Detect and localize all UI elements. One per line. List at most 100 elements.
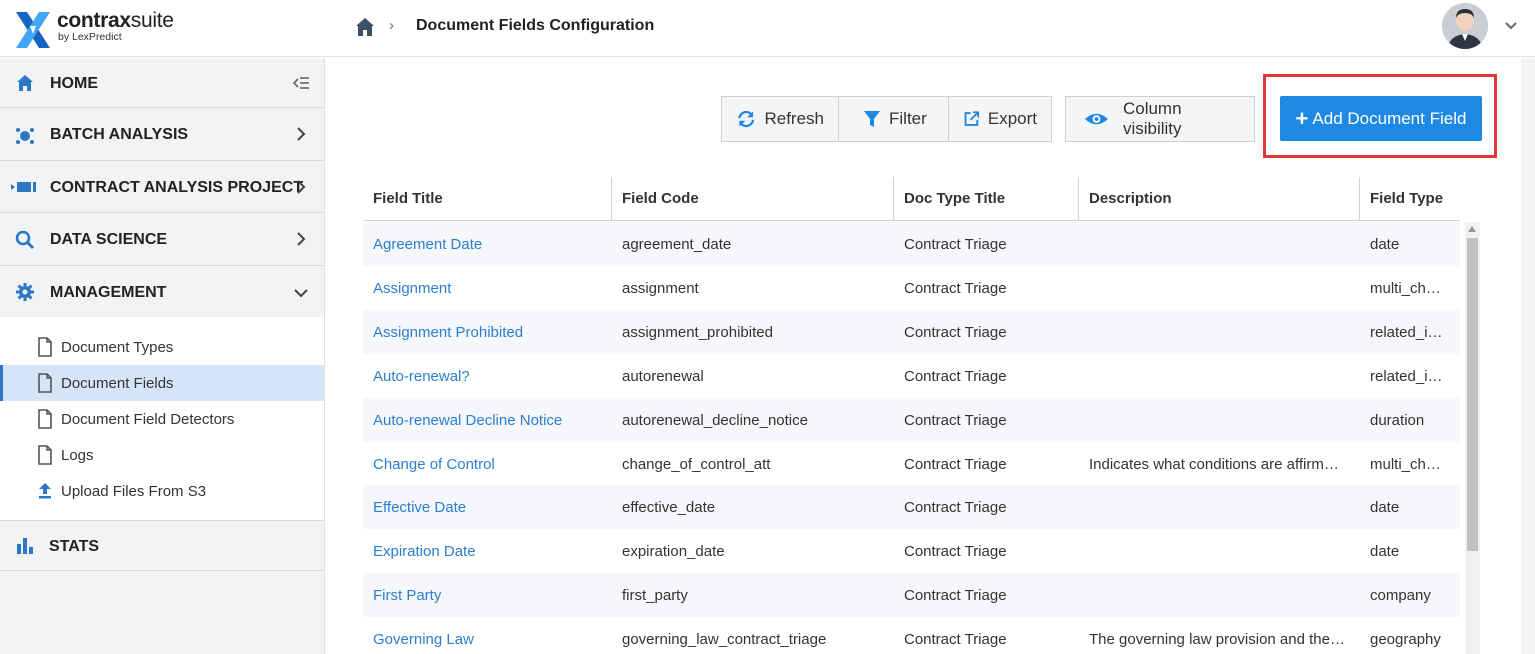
sidebar-item-batch-analysis[interactable]: Batch Analysis	[0, 108, 324, 161]
table-row[interactable]: Governing Law governing_law_contract_tria…	[363, 617, 1460, 654]
cell-field-type: related_i…	[1370, 367, 1443, 385]
cell-description: Indicates what conditions are affirm…	[1089, 455, 1339, 473]
filter-button[interactable]: Filter	[839, 97, 949, 141]
table-row[interactable]: Assignment assignment Contract Triage multi…	[363, 266, 1460, 310]
column-header-field-title[interactable]: Field Title	[363, 177, 611, 221]
app-logo[interactable]: contraxsuite by LexPredict	[16, 9, 196, 49]
cell-description	[1089, 398, 1351, 442]
search-icon	[15, 230, 35, 250]
sidebar-item-upload-files-from-s3[interactable]: Upload Files From S3	[0, 473, 324, 509]
cell-field-code: assignment_prohibited	[622, 323, 773, 341]
column-visibility-button[interactable]: Column visibility	[1066, 97, 1254, 141]
column-header-field-code[interactable]: Field Code	[612, 177, 893, 221]
cell-description: The governing law provision and the…	[1089, 631, 1345, 649]
sidebar-item-label: Upload Files From S3	[61, 483, 207, 500]
cell-field-title[interactable]: Effective Date	[373, 485, 605, 529]
sidebar-item-management[interactable]: Management	[0, 266, 324, 317]
sidebar-item-document-field-detectors[interactable]: Document Field Detectors	[0, 401, 324, 437]
chevron-down-icon[interactable]	[1503, 17, 1519, 33]
column-header-description[interactable]: Description	[1079, 177, 1359, 221]
external-link-icon	[964, 111, 980, 126]
logo-name: contraxsuite	[57, 9, 174, 33]
sidebar-item-label: Contract Analysis Project	[50, 179, 304, 196]
sidebar-item-logs[interactable]: Logs	[0, 437, 324, 473]
collapse-sidebar-icon[interactable]	[292, 74, 310, 92]
cell-field-title[interactable]: Auto-renewal?	[373, 354, 605, 398]
cell-field-title[interactable]: Change of Control	[373, 442, 605, 486]
cell-field-type: date	[1370, 543, 1400, 561]
document-fields-table: Field Title Field Code Doc Type Title De…	[363, 177, 1460, 654]
cell-doc-type-title: Contract Triage	[904, 499, 1007, 517]
sidebar-item-home[interactable]: Home	[0, 58, 324, 108]
sidebar-item-label: Stats	[49, 538, 100, 555]
cell-field-type: date	[1370, 236, 1400, 253]
table-row[interactable]: First Party first_party Contract Triage com…	[363, 573, 1460, 618]
sidebar-item-label: Document Field Detectors	[61, 411, 235, 428]
cell-field-code: autorenewal_decline_notice	[622, 411, 808, 429]
sidebar-item-document-fields[interactable]: Document Fields	[0, 365, 324, 401]
cell-field-title[interactable]: Auto-renewal Decline Notice	[373, 398, 605, 442]
cell-field-title[interactable]: Agreement Date	[373, 222, 605, 266]
cell-field-title[interactable]: Assignment Prohibited	[373, 310, 605, 354]
table-row[interactable]: Auto-renewal? autorenewal Contract Triage r…	[363, 354, 1460, 398]
breadcrumb-separator: ›	[389, 17, 394, 34]
home-icon	[17, 75, 33, 91]
cell-description	[1089, 573, 1351, 617]
logo-sub: by LexPredict	[58, 31, 122, 43]
scroll-up-arrow-icon[interactable]	[1468, 226, 1476, 232]
cell-field-code: effective_date	[622, 499, 716, 517]
cell-field-title[interactable]: Expiration Date	[373, 529, 605, 573]
home-icon[interactable]	[354, 16, 376, 38]
sidebar-item-stats[interactable]: Stats	[0, 521, 324, 571]
table-row[interactable]: Effective Date effective_date Contract Tri…	[363, 485, 1460, 530]
cell-field-type: multi_ch…	[1370, 455, 1441, 473]
sidebar-item-label: Management	[50, 284, 167, 301]
chevron-right-icon	[297, 127, 306, 141]
export-button[interactable]: Export	[949, 97, 1051, 141]
column-visibility-group: Column visibility	[1065, 96, 1255, 142]
cell-field-title[interactable]: First Party	[373, 573, 605, 617]
cell-field-type: geography	[1370, 631, 1441, 649]
upload-icon	[39, 483, 51, 499]
table-row[interactable]: Agreement Date agreement_date Contract Tri…	[363, 222, 1460, 266]
table-row[interactable]: Expiration Date expiration_date Contract T…	[363, 529, 1460, 573]
table-row[interactable]: Change of Control change_of_control_att Co…	[363, 442, 1460, 486]
table-header: Field Title Field Code Doc Type Title De…	[363, 177, 1460, 221]
cell-field-type: company	[1370, 587, 1431, 605]
cell-doc-type-title: Contract Triage	[904, 236, 1007, 253]
logo-name-light: suite	[130, 9, 174, 32]
table-row[interactable]: Auto-renewal Decline Notice autorenewal_d…	[363, 397, 1460, 442]
cell-description	[1089, 529, 1351, 573]
filter-label: Filter	[889, 109, 927, 128]
scrollbar-thumb[interactable]	[1467, 238, 1478, 551]
column-header-field-type[interactable]: Field Type	[1360, 177, 1460, 221]
refresh-button[interactable]: Refresh	[722, 97, 839, 141]
refresh-icon	[738, 110, 755, 128]
sidebar-item-label: Batch Analysis	[50, 126, 189, 143]
cell-field-title[interactable]: Governing Law	[373, 617, 605, 654]
cell-field-code: expiration_date	[622, 543, 725, 561]
cell-doc-type-title: Contract Triage	[904, 587, 1007, 605]
column-header-doc-type-title[interactable]: Doc Type Title	[894, 177, 1078, 221]
cell-field-code: first_party	[622, 587, 688, 605]
cell-doc-type-title: Contract Triage	[904, 411, 1007, 429]
page-scrollbar[interactable]	[1521, 58, 1535, 654]
sidebar-item-label: Data Science	[50, 231, 168, 248]
logo-mark-icon	[16, 12, 50, 48]
sidebar-item-document-types[interactable]: Document Types	[0, 329, 324, 365]
avatar[interactable]	[1442, 3, 1488, 49]
sidebar-item-contract-analysis-project[interactable]: Contract Analysis Project	[0, 161, 324, 213]
cell-description	[1089, 485, 1351, 529]
cell-description	[1089, 222, 1351, 266]
file-icon	[38, 373, 52, 393]
cell-field-title[interactable]: Assignment	[373, 266, 605, 310]
sidebar-item-data-science[interactable]: Data Science	[0, 213, 324, 266]
column-visibility-label: Column visibility	[1122, 99, 1182, 138]
cell-doc-type-title: Contract Triage	[904, 543, 1007, 561]
add-document-field-button[interactable]: + Add Document Field	[1280, 96, 1482, 141]
table-scrollbar[interactable]	[1465, 222, 1480, 654]
table-row[interactable]: Assignment Prohibited assignment_prohibit…	[363, 309, 1460, 354]
table-toolbar: Refresh Filter Export	[721, 96, 1052, 142]
project-icon	[11, 182, 36, 192]
plus-icon: +	[1295, 105, 1309, 131]
